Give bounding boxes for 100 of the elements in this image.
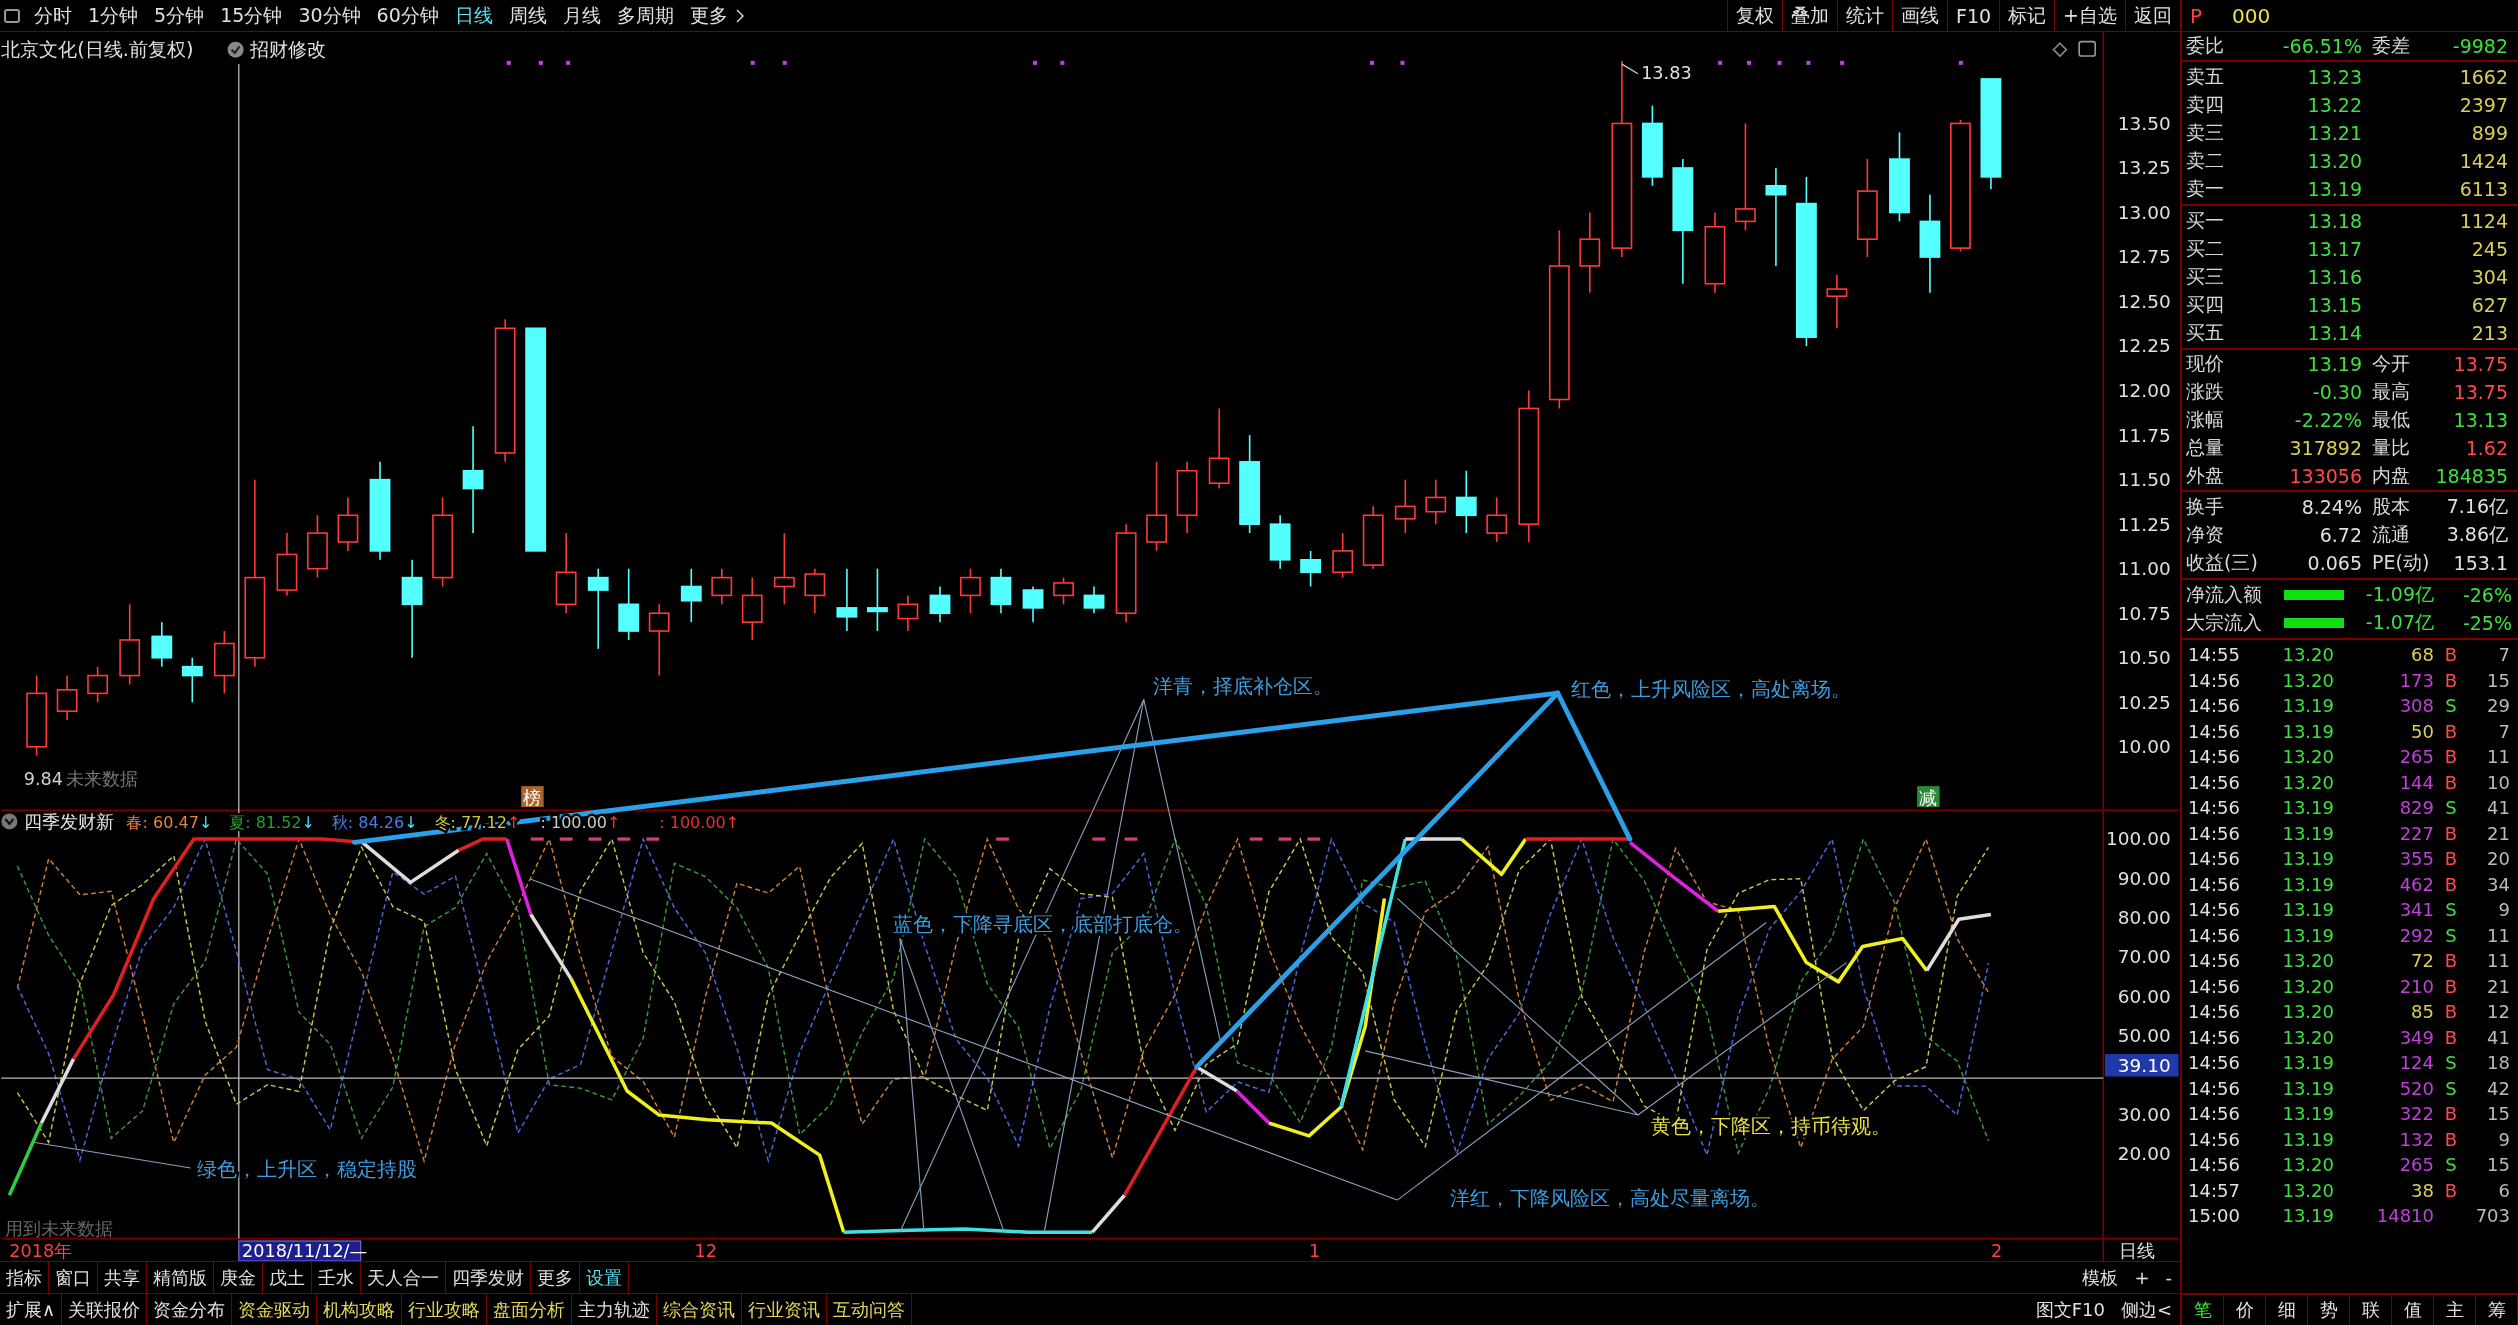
template-button[interactable]: + xyxy=(2126,1262,2158,1293)
price-axis-label: 11.25 xyxy=(2117,513,2171,535)
period-tab[interactable]: 日线 xyxy=(446,2,501,29)
toolbar-button[interactable]: 复权 xyxy=(1726,0,1782,31)
panel-icon[interactable] xyxy=(2078,40,2096,57)
flow-label: 大宗流入 xyxy=(2186,610,2262,635)
panel-tab[interactable]: 势 xyxy=(2308,1295,2350,1325)
extension-tab[interactable]: 综合资讯 xyxy=(657,1294,743,1325)
trade-volume: 227 xyxy=(2399,822,2434,844)
candle xyxy=(1425,478,1447,525)
extension-tab[interactable]: 行业资讯 xyxy=(742,1294,828,1325)
field-label: 净资 xyxy=(2186,522,2224,547)
trade-side: B xyxy=(2444,1001,2458,1023)
side-link[interactable]: 图文F10 xyxy=(2027,1294,2113,1325)
extension-tab[interactable]: 机构攻略 xyxy=(317,1294,403,1325)
trade-volume: 72 xyxy=(2411,950,2434,972)
ask-label: 卖一 xyxy=(2186,176,2224,201)
period-tab[interactable]: 1分钟 xyxy=(80,2,147,29)
indicator-tab[interactable]: 共享 xyxy=(98,1262,147,1293)
ask-volume: 1424 xyxy=(2459,150,2508,172)
toolbar-button[interactable]: 标记 xyxy=(1999,0,2055,31)
trade-time: 14:56 xyxy=(2188,822,2241,844)
trade-time: 14:56 xyxy=(2188,873,2241,895)
toolbar-button[interactable]: 叠加 xyxy=(1781,0,1837,31)
extension-tab[interactable]: 互动问答 xyxy=(827,1294,913,1325)
period-tab[interactable]: 15分钟 xyxy=(212,2,291,29)
panel-tab[interactable]: 筹 xyxy=(2476,1295,2518,1325)
period-tab[interactable]: 多周期 xyxy=(608,2,682,29)
toolbar-button[interactable]: 统计 xyxy=(1836,0,1892,31)
indicator-tab[interactable]: 四季发财 xyxy=(446,1262,531,1293)
trade-price: 13.20 xyxy=(2282,1001,2334,1023)
field-label: 委差 xyxy=(2371,33,2410,58)
check-circle-icon[interactable] xyxy=(227,41,244,58)
trade-side: S xyxy=(2445,1052,2457,1074)
indicator-tab[interactable]: 庚金 xyxy=(214,1262,263,1293)
indicator-tab[interactable]: 更多 xyxy=(531,1262,580,1293)
ask-price: 13.20 xyxy=(2307,150,2362,172)
collapse-icon[interactable] xyxy=(1,813,18,830)
period-tab[interactable]: 月线 xyxy=(554,2,609,29)
trade-volume: 292 xyxy=(2399,924,2434,946)
indicator-tab[interactable]: 指标 xyxy=(0,1262,49,1293)
chevron-icon[interactable] xyxy=(735,8,744,23)
trade-count: 9 xyxy=(2498,1128,2510,1150)
indicator-tab[interactable]: 窗口 xyxy=(49,1262,98,1293)
field-value: 153.1 xyxy=(2453,552,2508,574)
bid-label: 买四 xyxy=(2186,292,2224,317)
diamond-icon[interactable] xyxy=(2052,42,2068,58)
extension-tab[interactable]: 扩展∧ xyxy=(0,1294,63,1325)
bid-label: 买三 xyxy=(2186,264,2224,289)
trade-time: 14:56 xyxy=(2188,899,2241,921)
side-link[interactable]: 侧边< xyxy=(2112,1294,2180,1325)
trade-side: B xyxy=(2444,1103,2458,1125)
field-value: -9982 xyxy=(2452,35,2508,57)
indicator-tab[interactable]: 戊土 xyxy=(263,1262,312,1293)
formula-name[interactable]: 招财修改 xyxy=(250,38,327,62)
indicator-tab[interactable]: 天人合一 xyxy=(361,1262,446,1293)
flow-label: 净流入额 xyxy=(2186,582,2262,607)
date-axis-label: 1 xyxy=(1309,1241,1321,1262)
template-button[interactable]: - xyxy=(2157,1262,2180,1293)
period-tab[interactable]: 60分钟 xyxy=(368,2,447,29)
period-tab[interactable]: 5分钟 xyxy=(146,2,213,29)
more-button[interactable]: 更多 xyxy=(681,2,736,29)
indicator-tab[interactable]: 设置 xyxy=(580,1262,629,1293)
annotation-text: 洋青，择底补仓区。 xyxy=(1153,674,1334,699)
field-value: 13.19 xyxy=(2307,353,2362,375)
field-label: 总量 xyxy=(2186,435,2224,460)
period-tab[interactable]: 30分钟 xyxy=(290,2,369,29)
indicator-tab[interactable]: 精简版 xyxy=(147,1262,214,1293)
panel-tab[interactable]: 值 xyxy=(2392,1295,2434,1325)
trade-count: 29 xyxy=(2487,695,2510,717)
toolbar-button[interactable]: F10 xyxy=(1946,0,2000,31)
extension-tab[interactable]: 资金驱动 xyxy=(232,1294,318,1325)
annotation-text: 绿色，上升区，稳定持股 xyxy=(197,1157,418,1181)
field-label: 换手 xyxy=(2186,494,2224,519)
field-value: 0.065 xyxy=(2307,552,2362,574)
candle xyxy=(181,656,203,704)
toolbar-button[interactable]: 画线 xyxy=(1891,0,1947,31)
extension-tab[interactable]: 盘面分析 xyxy=(487,1294,573,1325)
indicator-tab[interactable]: 壬水 xyxy=(312,1262,361,1293)
toolbar-button[interactable]: +自选 xyxy=(2054,0,2125,31)
panel-tab[interactable]: 细 xyxy=(2266,1295,2308,1325)
panel-toggle-icon[interactable] xyxy=(4,8,20,23)
trade-count: 11 xyxy=(2487,950,2510,972)
extension-tab[interactable]: 资金分布 xyxy=(147,1294,233,1325)
panel-tab[interactable]: 笔 xyxy=(2182,1295,2224,1325)
bid-price: 13.18 xyxy=(2307,210,2362,232)
period-tab[interactable]: 周线 xyxy=(500,2,555,29)
template-button[interactable]: 模板 xyxy=(2074,1262,2127,1293)
period-tab[interactable]: 分时 xyxy=(26,2,80,29)
toolbar-button[interactable]: 返回 xyxy=(2125,0,2180,31)
extension-tab[interactable]: 关联报价 xyxy=(62,1294,148,1325)
panel-tab[interactable]: 价 xyxy=(2224,1295,2266,1325)
extension-tab[interactable]: 主力轨迹 xyxy=(572,1294,658,1325)
panel-tab[interactable]: 主 xyxy=(2434,1295,2476,1325)
panel-tab[interactable]: 联 xyxy=(2350,1295,2392,1325)
extension-tab[interactable]: 行业攻略 xyxy=(402,1294,488,1325)
trade-side: B xyxy=(2444,720,2458,742)
bid-label: 买一 xyxy=(2186,208,2224,233)
trade-time: 14:56 xyxy=(2188,950,2241,972)
candle xyxy=(87,665,109,704)
